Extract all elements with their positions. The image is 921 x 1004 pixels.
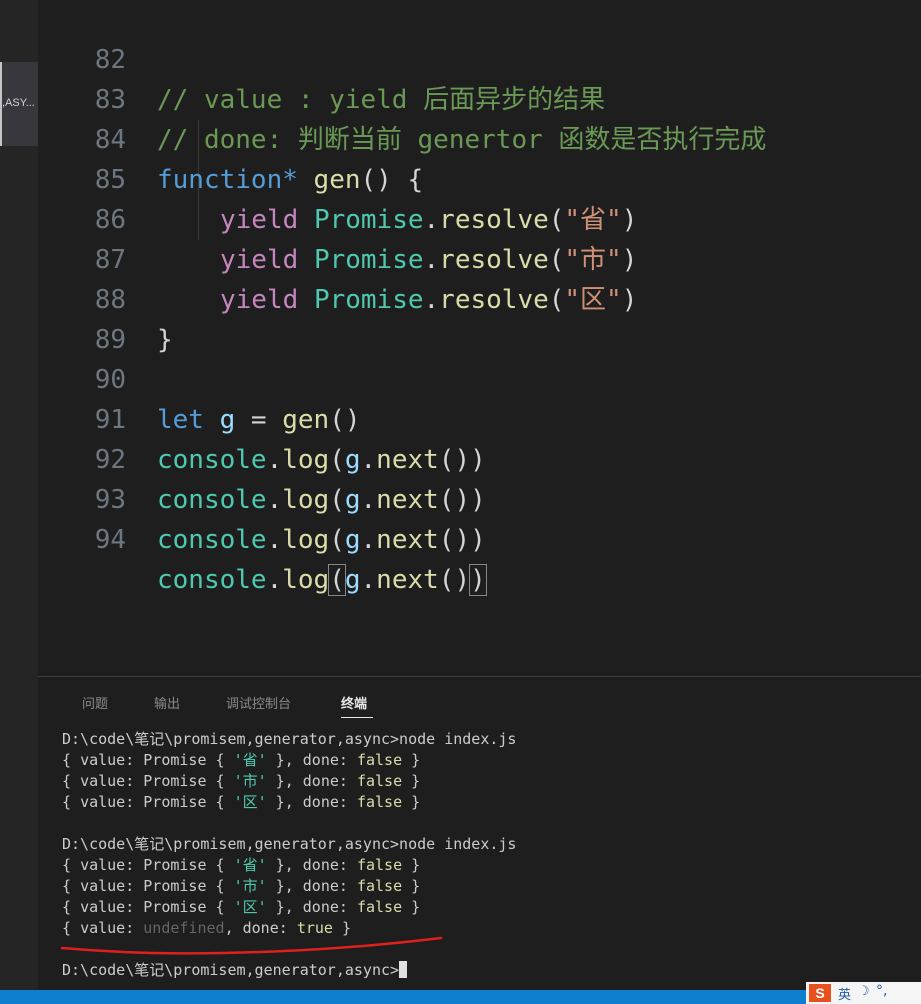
tab-terminal[interactable]: 终端 [341,693,367,712]
terminal-output-line: { value: Promise { '市' }, done: false } [62,772,421,790]
ime-punctuation-icon[interactable]: °, [876,983,887,999]
code-line: 92 console.log(g.next()) [38,400,921,515]
code-line: 90 let g = gen() [38,320,921,435]
terminal-output-line: { value: Promise { '省' }, done: false } [62,856,421,874]
line-number: 94 [94,525,126,555]
open-editor-label: ,ASY... [2,97,35,109]
tab-problems[interactable]: 问题 [82,693,108,712]
code-line: 83 // done: 判断当前 genertor 函数是否执行完成 [38,40,921,155]
terminal-prompt: D:\code\笔记\promisem,generator,async> [62,835,400,853]
code-line: 84 function* gen() { [38,80,921,195]
ime-language-indicator[interactable]: 英 [838,984,851,1003]
code-line: 87 yield Promise.resolve("区") [38,200,921,315]
terminal-output-line: { value: Promise { '区' }, done: false } [62,793,421,811]
terminal-output-line: { value: Promise { '市' }, done: false } [62,877,421,895]
terminal-command-line: D:\code\笔记\promisem,generator,async>node… [62,834,516,855]
code-line: 82 // value : yield 后面异步的结果 [38,0,921,115]
code-line: 91 console.log(g.next()) [38,360,921,475]
object-name: console [157,525,267,555]
panel-tab-bar: 问题 输出 调试控制台 终端 [38,677,921,725]
terminal-cursor [399,961,408,978]
variable: g [344,525,361,555]
explorer-strip [0,0,38,990]
terminal-command: node index.js [399,835,517,853]
method-name: next [376,565,439,595]
active-tab-indicator [341,717,373,718]
red-underline-annotation [60,936,443,955]
terminal-prompt: D:\code\笔记\promisem,generator,async> [62,730,400,748]
method-name: log [282,525,330,555]
terminal-output-line: { value: Promise { '省' }, done: false } [62,751,421,769]
terminal-output-line: { value: Promise { '区' }, done: false } [62,898,421,916]
code-line: 94 console.log(g.next()) [38,480,921,596]
terminal-command: node index.js [399,730,517,748]
method-name: log [282,565,330,595]
terminal-command-line: D:\code\笔记\promisem,generator,async> [62,960,408,981]
terminal-command-line: D:\code\笔记\promisem,generator,async>node… [62,729,516,750]
status-bar [0,990,921,1004]
code-line: 85 yield Promise.resolve("省") [38,120,921,235]
code-line: 89 [38,280,921,355]
ime-tray[interactable]: S 英 ☽ °, [806,982,921,1004]
terminal-prompt: D:\code\笔记\promisem,generator,async> [62,961,400,979]
sogou-ime-icon[interactable]: S [809,984,831,1002]
code-editor[interactable]: 82 // value : yield 后面异步的结果 83 // done: … [38,0,921,676]
method-name: next [376,525,439,555]
code-line: 86 yield Promise.resolve("市") [38,160,921,275]
code-line: 93 console.log(g.next()) [38,440,921,555]
object-name: console [157,565,267,595]
code-line: 88 } [38,240,921,355]
ime-halfwidth-icon[interactable]: ☽ [858,984,870,999]
variable: g [344,565,361,595]
tab-output[interactable]: 输出 [154,693,180,712]
tab-debug-console[interactable]: 调试控制台 [226,693,291,712]
